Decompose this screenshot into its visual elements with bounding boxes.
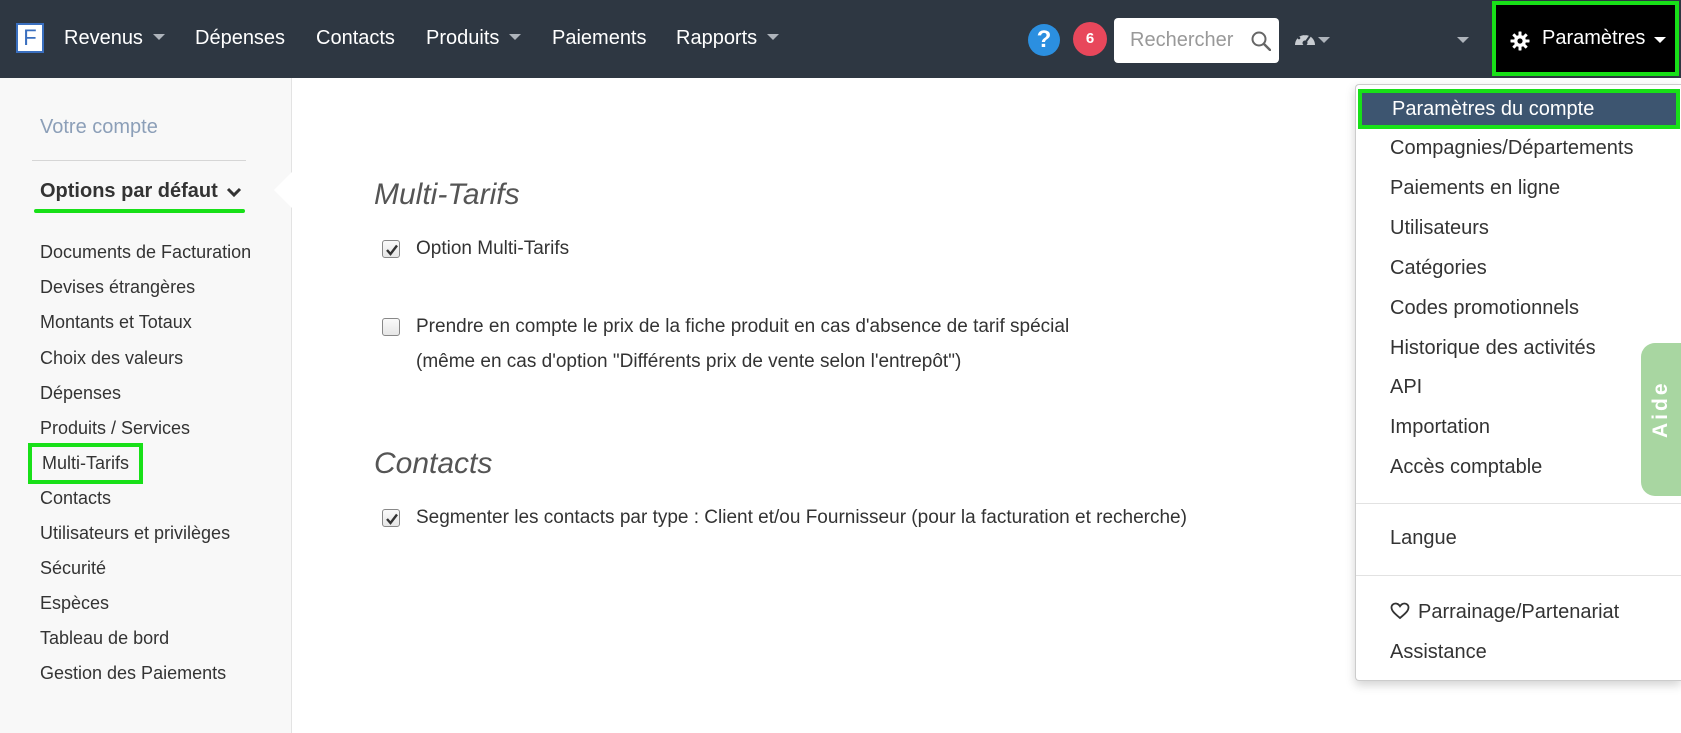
menu-item-assistance[interactable]: Assistance bbox=[1356, 632, 1681, 672]
sidebar-item-produits[interactable]: Produits / Services bbox=[40, 418, 190, 439]
search-icon[interactable] bbox=[1251, 31, 1271, 51]
gear-icon bbox=[1510, 31, 1530, 51]
app-logo[interactable]: F bbox=[16, 23, 44, 53]
sidebar-item-montants[interactable]: Montants et Totaux bbox=[40, 312, 192, 333]
nav-depenses-label: Dépenses bbox=[195, 27, 286, 49]
menu-item-parametres-compte[interactable]: Paramètres du compte bbox=[1358, 89, 1680, 129]
sidebar-divider bbox=[32, 160, 246, 161]
menu-item-codes-promotionnels[interactable]: Codes promotionnels bbox=[1356, 288, 1681, 328]
menu-item-parrainage-label: Parrainage/Partenariat bbox=[1418, 601, 1620, 623]
sidebar-section-label: Options par défaut bbox=[40, 180, 218, 202]
sidebar-account-link[interactable]: Votre compte bbox=[40, 116, 158, 139]
option-prix-fiche-sublabel: (même en cas d'option "Différents prix d… bbox=[416, 351, 962, 372]
nav-depenses[interactable]: Dépenses bbox=[195, 0, 285, 76]
menu-divider bbox=[1356, 503, 1681, 504]
sidebar-item-choix-valeurs[interactable]: Choix des valeurs bbox=[40, 348, 183, 369]
search-input[interactable] bbox=[1114, 18, 1244, 63]
sidebar-item-gestion-paiements[interactable]: Gestion des Paiements bbox=[40, 663, 226, 684]
question-circle-icon[interactable]: ? bbox=[1028, 24, 1060, 56]
option-multi-tarifs-checkbox[interactable] bbox=[382, 240, 400, 258]
chevron-down-icon bbox=[1654, 37, 1666, 43]
main-content: Multi-Tarifs Option Multi-Tarifs Prendre… bbox=[292, 78, 1352, 733]
sidebar-item-utilisateurs[interactable]: Utilisateurs et privilèges bbox=[40, 523, 230, 544]
settings-sidebar: Votre compte Options par défaut Document… bbox=[0, 78, 292, 733]
settings-label: Paramètres bbox=[1542, 27, 1646, 49]
top-navbar: F Revenus Dépenses Contacts Produits Pai… bbox=[0, 0, 1681, 78]
menu-item-paiements-en-ligne[interactable]: Paiements en ligne bbox=[1356, 168, 1681, 208]
sidebar-section-title[interactable]: Options par défaut bbox=[40, 180, 242, 203]
sidebar-item-especes[interactable]: Espèces bbox=[40, 593, 109, 614]
nav-contacts-label: Contacts bbox=[316, 27, 395, 49]
settings-menu-button[interactable]: Paramètres bbox=[1492, 1, 1679, 76]
sidebar-item-devises[interactable]: Devises étrangères bbox=[40, 277, 195, 298]
menu-item-acces-comptable[interactable]: Accès comptable bbox=[1356, 447, 1681, 487]
help-tab[interactable]: Aide bbox=[1641, 343, 1681, 496]
nav-rapports[interactable]: Rapports bbox=[676, 0, 780, 76]
menu-item-importation[interactable]: Importation bbox=[1356, 407, 1681, 447]
menu-item-compagnies[interactable]: Compagnies/Départements bbox=[1356, 128, 1681, 168]
option-prix-fiche-label: Prendre en compte le prix de la fiche pr… bbox=[416, 316, 1070, 337]
notification-badge[interactable]: 6 bbox=[1073, 22, 1107, 56]
nav-produits-label: Produits bbox=[426, 27, 500, 49]
menu-item-api[interactable]: API bbox=[1356, 367, 1681, 407]
chevron-down-icon bbox=[152, 33, 165, 40]
sidebar-item-securite[interactable]: Sécurité bbox=[40, 558, 106, 579]
menu-item-categories[interactable]: Catégories bbox=[1356, 248, 1681, 288]
option-segmenter-contacts-checkbox[interactable] bbox=[382, 509, 400, 527]
sidebar-item-multi-tarifs[interactable]: Multi-Tarifs bbox=[28, 443, 144, 484]
section-title-contacts: Contacts bbox=[374, 447, 493, 480]
nav-revenus-label: Revenus bbox=[64, 27, 143, 49]
sidebar-item-tableau-bord[interactable]: Tableau de bord bbox=[40, 628, 169, 649]
menu-item-utilisateurs[interactable]: Utilisateurs bbox=[1356, 208, 1681, 248]
nav-paiements-label: Paiements bbox=[552, 27, 647, 49]
chevron-down-icon[interactable] bbox=[1318, 37, 1330, 43]
menu-item-langue[interactable]: Langue bbox=[1356, 518, 1681, 558]
option-segmenter-contacts-label: Segmenter les contacts par type : Client… bbox=[416, 507, 1187, 528]
sidebar-item-documents[interactable]: Documents de Facturation bbox=[40, 242, 251, 263]
nav-produits[interactable]: Produits bbox=[426, 0, 522, 76]
sidebar-pointer bbox=[274, 172, 292, 208]
chevron-down-icon[interactable] bbox=[1457, 37, 1469, 43]
nav-revenus[interactable]: Revenus bbox=[64, 0, 165, 76]
nav-rapports-label: Rapports bbox=[676, 27, 758, 49]
heart-icon bbox=[1390, 602, 1410, 619]
menu-divider bbox=[1356, 575, 1681, 576]
option-prix-fiche-checkbox[interactable] bbox=[382, 318, 400, 336]
section-highlight bbox=[34, 209, 245, 213]
chevron-down-icon bbox=[509, 33, 522, 40]
settings-dropdown-menu: Paramètres du compte Compagnies/Départem… bbox=[1355, 84, 1681, 681]
nav-contacts[interactable]: Contacts bbox=[316, 0, 395, 76]
menu-item-historique[interactable]: Historique des activités bbox=[1356, 328, 1681, 368]
search-box bbox=[1114, 18, 1279, 63]
menu-item-parrainage[interactable]: Parrainage/Partenariat bbox=[1356, 592, 1681, 632]
help-tab-label: Aide bbox=[1649, 380, 1672, 438]
option-multi-tarifs-label: Option Multi-Tarifs bbox=[416, 238, 570, 259]
sidebar-item-contacts[interactable]: Contacts bbox=[40, 488, 111, 509]
chevron-down-icon bbox=[767, 33, 780, 40]
nav-paiements[interactable]: Paiements bbox=[552, 0, 647, 76]
gauge-icon[interactable] bbox=[1293, 28, 1317, 48]
sidebar-item-depenses[interactable]: Dépenses bbox=[40, 383, 121, 404]
chevron-down-icon bbox=[226, 187, 241, 197]
section-title-multi-tarifs: Multi-Tarifs bbox=[374, 178, 520, 211]
